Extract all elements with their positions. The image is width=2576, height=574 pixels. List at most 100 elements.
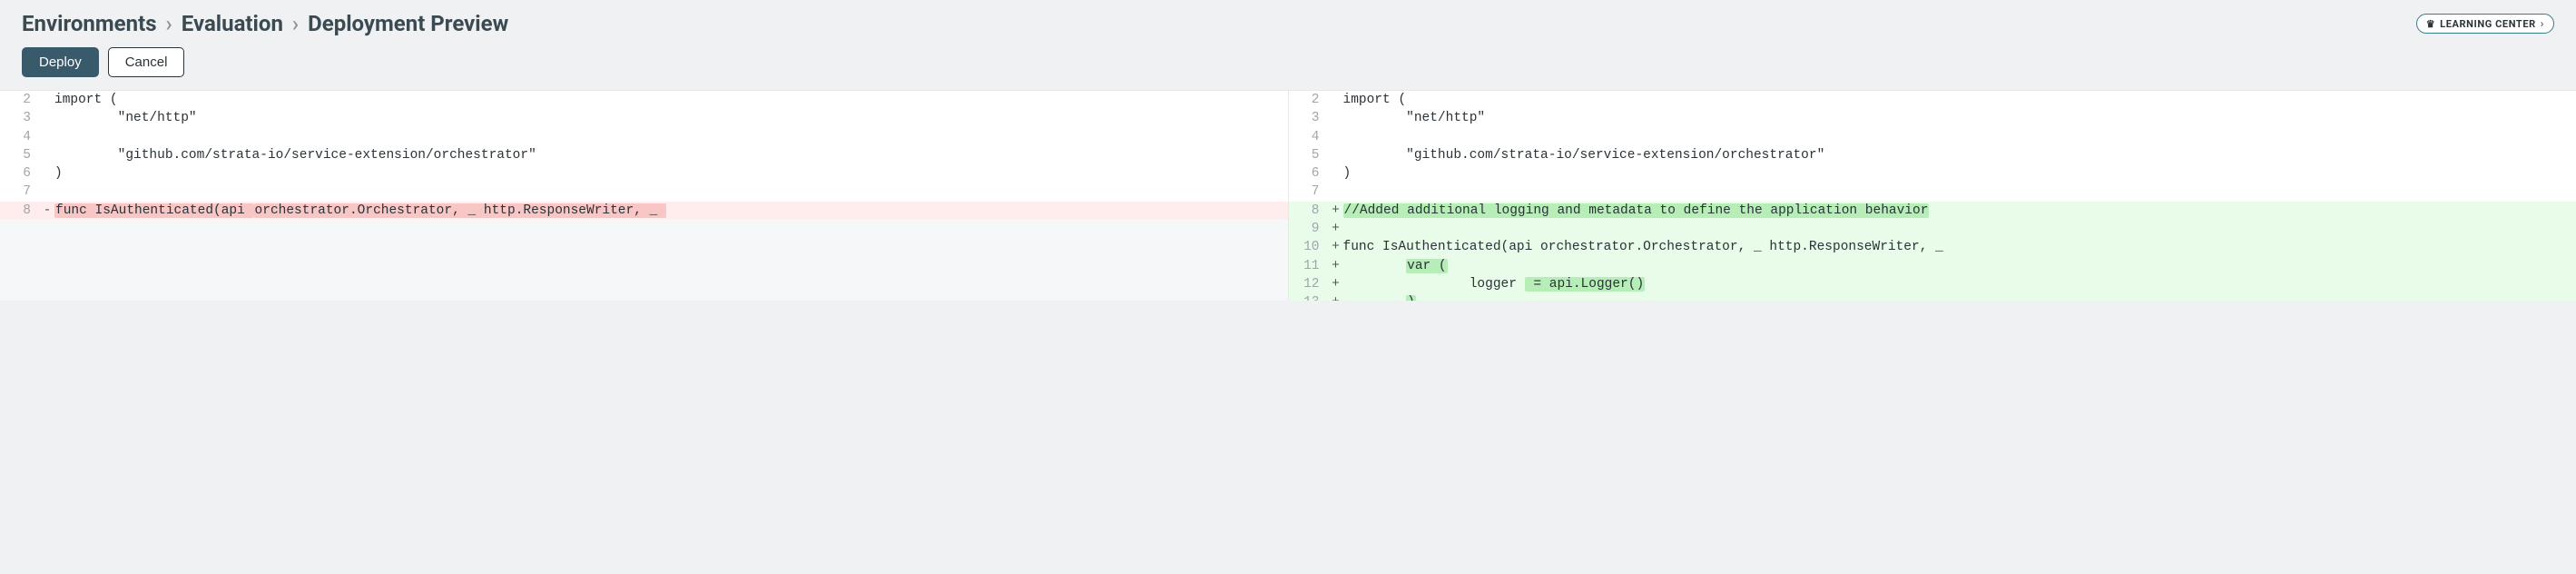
code-content: "github.com/strata-io/service-extension/… bbox=[54, 146, 1288, 164]
line-number: 6 bbox=[1289, 164, 1329, 183]
diff-marker bbox=[1329, 128, 1343, 146]
line-number: 5 bbox=[0, 146, 40, 164]
code-line: 5 "github.com/strata-io/service-extensio… bbox=[0, 146, 1288, 164]
code-line bbox=[0, 220, 1288, 238]
code-line: 4 bbox=[0, 128, 1288, 146]
code-line: 8-func IsAuthenticated(api orchestrator.… bbox=[0, 202, 1288, 220]
line-number: 10 bbox=[1289, 238, 1329, 256]
code-content: ) bbox=[1343, 293, 2576, 301]
code-line bbox=[0, 256, 1288, 274]
code-line: 2 import ( bbox=[0, 91, 1288, 109]
line-number: 5 bbox=[1289, 146, 1329, 164]
code-content bbox=[54, 128, 1288, 146]
diff-marker bbox=[1329, 183, 1343, 201]
diff-marker bbox=[40, 256, 54, 274]
line-number: 4 bbox=[0, 128, 40, 146]
breadcrumb-item-deployment-preview: Deployment Preview bbox=[308, 11, 508, 36]
line-number bbox=[0, 220, 40, 238]
learning-center-label: LEARNING CENTER bbox=[2440, 18, 2536, 30]
code-content: func IsAuthenticated(api orchestrator.Or… bbox=[1343, 238, 2576, 256]
diff-marker: + bbox=[1329, 238, 1343, 256]
diff-pane-modified[interactable]: 2import (3 "net/http"45 "github.com/stra… bbox=[1289, 91, 2576, 301]
code-content bbox=[1343, 220, 2576, 238]
code-line: 13+ ) bbox=[1289, 293, 2576, 301]
diff-marker bbox=[40, 183, 54, 201]
diff-marker: + bbox=[1329, 293, 1343, 301]
line-number: 6 bbox=[0, 164, 40, 183]
code-content: "net/http" bbox=[54, 109, 1288, 127]
code-line: 11+ var ( bbox=[1289, 257, 2576, 275]
diff-marker bbox=[40, 238, 54, 256]
code-content: import ( bbox=[54, 91, 1288, 109]
code-content: "net/http" bbox=[1343, 109, 2576, 127]
line-number bbox=[0, 238, 40, 256]
code-content: var ( bbox=[1343, 257, 2576, 275]
diff-marker bbox=[1329, 164, 1343, 183]
code-content bbox=[54, 292, 1288, 301]
line-number: 11 bbox=[1289, 257, 1329, 275]
code-line bbox=[0, 238, 1288, 256]
diff-marker bbox=[1329, 91, 1343, 109]
code-line: 5 "github.com/strata-io/service-extensio… bbox=[1289, 146, 2576, 164]
diff-marker bbox=[40, 274, 54, 292]
lightbulb-icon: ♛ bbox=[2426, 18, 2435, 30]
code-line bbox=[0, 274, 1288, 292]
breadcrumb: Environments › Evaluation › Deployment P… bbox=[22, 11, 508, 36]
code-line: 3 "net/http" bbox=[0, 109, 1288, 127]
breadcrumb-item-evaluation[interactable]: Evaluation bbox=[182, 11, 283, 36]
line-number: 8 bbox=[0, 202, 40, 220]
code-content: "github.com/strata-io/service-extension/… bbox=[1343, 146, 2576, 164]
deploy-button[interactable]: Deploy bbox=[22, 47, 99, 77]
line-number: 2 bbox=[1289, 91, 1329, 109]
diff-marker: - bbox=[40, 202, 54, 220]
line-number: 3 bbox=[0, 109, 40, 127]
line-number bbox=[0, 292, 40, 301]
code-content: //Added additional logging and metadata … bbox=[1343, 202, 2576, 220]
cancel-button[interactable]: Cancel bbox=[108, 47, 185, 77]
code-line: 6) bbox=[0, 164, 1288, 183]
code-content: func IsAuthenticated(api orchestrator.Or… bbox=[54, 202, 1288, 220]
diff-pane-original[interactable]: 2import (3 "net/http"45 "github.com/stra… bbox=[0, 91, 1289, 301]
line-number: 4 bbox=[1289, 128, 1329, 146]
code-content bbox=[54, 220, 1288, 238]
code-content bbox=[54, 256, 1288, 274]
code-line: 2import ( bbox=[1289, 91, 2576, 109]
line-number: 12 bbox=[1289, 275, 1329, 293]
line-number: 13 bbox=[1289, 293, 1329, 301]
code-line: 4 bbox=[1289, 128, 2576, 146]
diff-marker bbox=[40, 220, 54, 238]
code-line: 3 "net/http" bbox=[1289, 109, 2576, 127]
diff-marker bbox=[1329, 146, 1343, 164]
code-line: 12+ logger = api.Logger() bbox=[1289, 275, 2576, 293]
line-number bbox=[0, 256, 40, 274]
chevron-right-icon: › bbox=[292, 11, 299, 36]
code-line bbox=[0, 292, 1288, 301]
code-line: 10+func IsAuthenticated(api orchestrator… bbox=[1289, 238, 2576, 256]
diff-viewer: 2import (3 "net/http"45 "github.com/stra… bbox=[0, 90, 2576, 301]
code-line: 6) bbox=[1289, 164, 2576, 183]
line-number bbox=[0, 274, 40, 292]
line-number: 7 bbox=[1289, 183, 1329, 201]
code-content bbox=[54, 183, 1288, 201]
diff-marker: + bbox=[1329, 257, 1343, 275]
breadcrumb-item-environments[interactable]: Environments bbox=[22, 11, 157, 36]
code-line: 8+//Added additional logging and metadat… bbox=[1289, 202, 2576, 220]
diff-marker bbox=[40, 128, 54, 146]
diff-marker bbox=[40, 164, 54, 183]
diff-marker bbox=[40, 292, 54, 301]
code-content bbox=[54, 274, 1288, 292]
line-number: 9 bbox=[1289, 220, 1329, 238]
line-number: 2 bbox=[0, 91, 40, 109]
code-line: 7 bbox=[1289, 183, 2576, 201]
line-number: 8 bbox=[1289, 202, 1329, 220]
code-content bbox=[1343, 128, 2576, 146]
code-content: ) bbox=[1343, 164, 2576, 183]
chevron-right-icon: › bbox=[166, 11, 172, 36]
learning-center-button[interactable]: ♛ LEARNING CENTER › bbox=[2416, 14, 2554, 34]
diff-marker bbox=[1329, 109, 1343, 127]
code-content: logger = api.Logger() bbox=[1343, 275, 2576, 293]
line-number: 7 bbox=[0, 183, 40, 201]
code-content bbox=[1343, 183, 2576, 201]
diff-marker bbox=[40, 91, 54, 109]
diff-marker bbox=[40, 146, 54, 164]
